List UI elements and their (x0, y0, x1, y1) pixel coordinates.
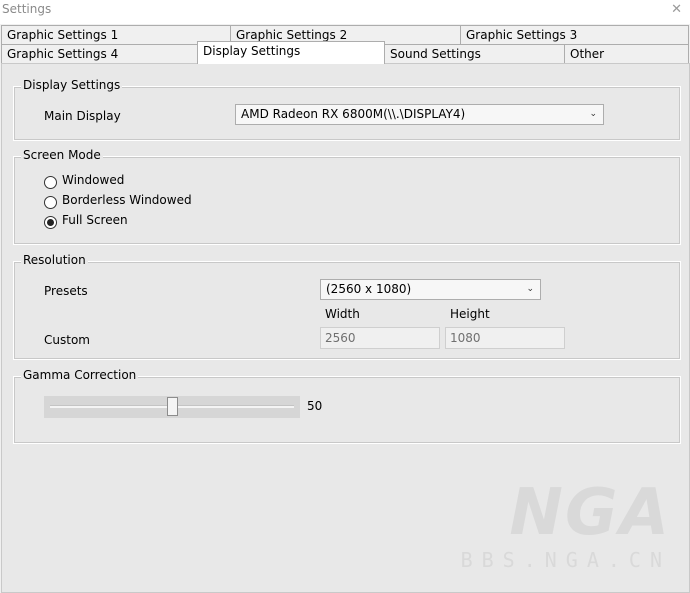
group-legend: Resolution (21, 253, 88, 267)
close-icon[interactable]: ✕ (671, 2, 682, 17)
tab-display-settings[interactable]: Display Settings (197, 41, 385, 64)
radio-full-screen[interactable] (44, 216, 57, 229)
radio-windowed[interactable] (44, 176, 57, 189)
custom-label: Custom (44, 333, 90, 347)
presets-value: (2560 x 1080) (326, 282, 412, 296)
nga-watermark: NGA BBS.NGA.CN (461, 478, 671, 572)
radio-label-borderless-windowed[interactable]: Borderless Windowed (62, 193, 192, 207)
gamma-value: 50 (307, 399, 323, 413)
title-bar: Settings ✕ (0, 0, 690, 24)
radio-label-full-screen[interactable]: Full Screen (62, 213, 128, 227)
main-display-label: Main Display (44, 109, 121, 123)
tab-other[interactable]: Other (564, 44, 689, 64)
main-display-dropdown[interactable]: AMD Radeon RX 6800M(\\.\DISPLAY4) ⌄ (235, 104, 604, 125)
group-legend: Display Settings (21, 78, 123, 92)
slider-thumb[interactable] (166, 397, 178, 416)
gamma-slider[interactable] (44, 396, 300, 418)
chevron-down-icon: ⌄ (589, 109, 597, 119)
presets-dropdown[interactable]: (2560 x 1080) ⌄ (320, 279, 541, 300)
radio-label-windowed[interactable]: Windowed (62, 173, 124, 187)
display-settings-panel: NGA BBS.NGA.CN Display Settings Main Dis… (1, 63, 690, 593)
presets-label: Presets (44, 284, 88, 298)
group-legend: Screen Mode (21, 148, 103, 162)
watermark-url: BBS.NGA.CN (460, 548, 671, 572)
group-legend: Gamma Correction (21, 368, 139, 382)
main-display-value: AMD Radeon RX 6800M(\\.\DISPLAY4) (241, 107, 466, 121)
radio-borderless-windowed[interactable] (44, 196, 57, 209)
watermark-logo: NGA (509, 476, 671, 550)
chevron-down-icon: ⌄ (526, 284, 534, 294)
display-settings-group: Display Settings Main Display AMD Radeon… (13, 78, 681, 141)
tab-graphic-settings-3[interactable]: Graphic Settings 3 (460, 25, 689, 45)
height-label: Height (450, 307, 490, 321)
gamma-correction-group: Gamma Correction 50 (13, 368, 681, 444)
window-title: Settings (2, 2, 52, 16)
tab-graphic-settings-4[interactable]: Graphic Settings 4 (1, 44, 198, 64)
resolution-group: Resolution Presets (2560 x 1080) ⌄ Width… (13, 253, 681, 360)
screen-mode-group: Screen Mode Windowed Borderless Windowed… (13, 148, 681, 245)
custom-width-input[interactable]: 2560 (320, 327, 440, 349)
tab-sound-settings[interactable]: Sound Settings (384, 44, 565, 64)
custom-height-input[interactable]: 1080 (445, 327, 565, 349)
width-label: Width (325, 307, 360, 321)
